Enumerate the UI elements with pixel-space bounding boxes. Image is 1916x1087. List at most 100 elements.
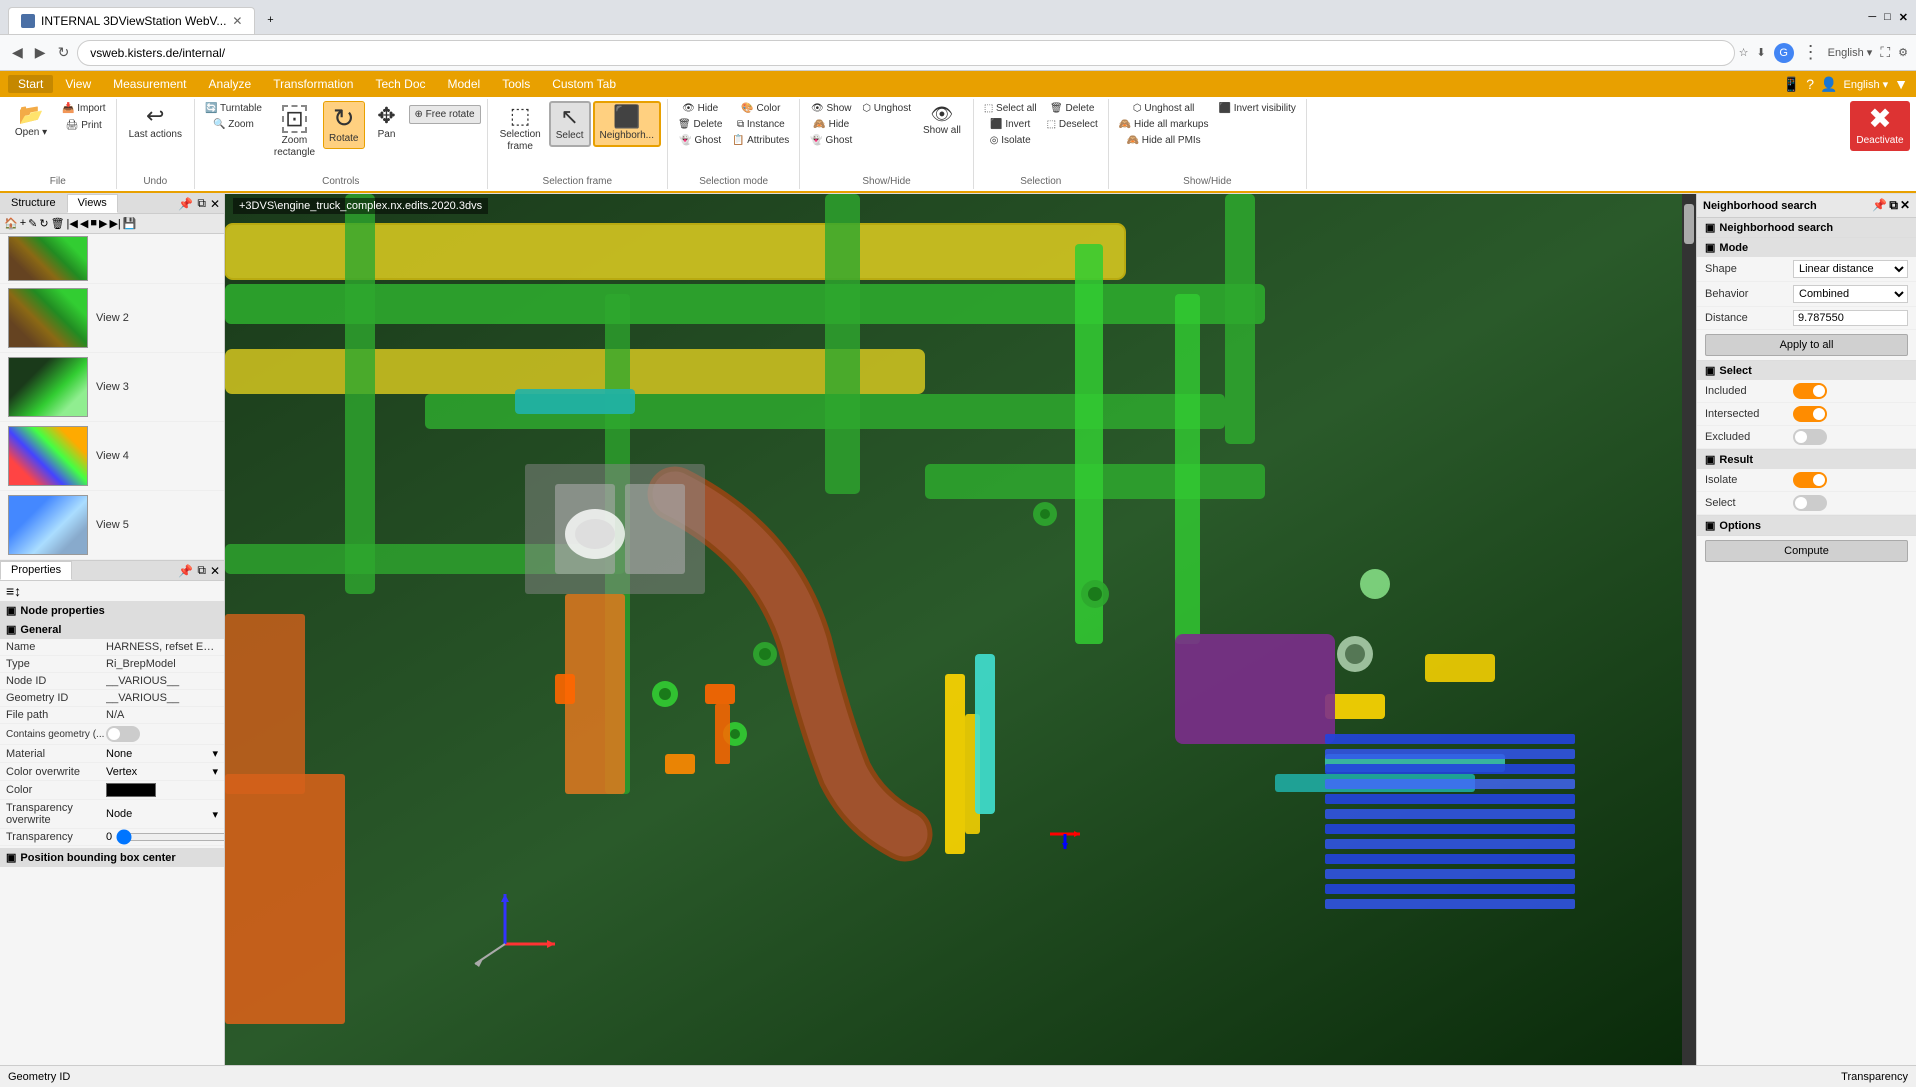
select-all-button[interactable]: ⬚ Select all: [980, 101, 1041, 116]
ghost-selmode-button[interactable]: 👻 Ghost: [674, 133, 726, 148]
ns-select-header[interactable]: ▣ Select: [1697, 361, 1916, 380]
menu-analyze[interactable]: Analyze: [199, 75, 262, 93]
show-button[interactable]: 👁 Show: [806, 101, 856, 116]
ns-close-icon[interactable]: ✕: [1900, 198, 1910, 213]
invert-button[interactable]: ⬛ Invert: [980, 117, 1041, 132]
view-item-2[interactable]: View 2: [0, 284, 224, 353]
neighborhood-button[interactable]: ⬛ Neighborh...: [593, 101, 661, 147]
props-close-icon[interactable]: ✕: [210, 564, 220, 578]
views-play-next-icon[interactable]: ▶: [99, 217, 107, 230]
apply-to-all-button[interactable]: Apply to all: [1705, 334, 1908, 356]
back-button[interactable]: ◀: [8, 40, 27, 65]
views-save-icon[interactable]: 💾: [123, 217, 137, 230]
node-properties-header[interactable]: ▣ Node properties: [0, 601, 224, 620]
delete-selmode-button[interactable]: 🗑 Delete: [674, 117, 726, 132]
menu-tools[interactable]: Tools: [492, 75, 540, 93]
account-icon[interactable]: G: [1774, 43, 1794, 63]
views-play-prev-icon[interactable]: ◀: [80, 217, 88, 230]
view-item-5[interactable]: View 5: [0, 491, 224, 560]
isolate-button[interactable]: ◎ Isolate: [980, 133, 1041, 148]
user-icon[interactable]: 👤: [1820, 76, 1837, 93]
scroll-thumb[interactable]: [1684, 204, 1694, 244]
zoom-button[interactable]: 🔍 Zoom: [201, 117, 266, 132]
tab-close-icon[interactable]: ✕: [232, 14, 242, 28]
views-tab[interactable]: Views: [67, 194, 118, 213]
hide-markups-button[interactable]: 🙈 Hide all markups: [1115, 117, 1213, 132]
view-item-4[interactable]: View 4: [0, 422, 224, 491]
deactivate-button[interactable]: ✖ Deactivate: [1850, 101, 1910, 151]
hide-pmis-button[interactable]: 🙈 Hide all PMIs: [1115, 133, 1213, 148]
views-delete-icon[interactable]: 🗑: [51, 217, 65, 230]
menu-view[interactable]: View: [55, 75, 101, 93]
unghost-all-button[interactable]: ⬡ Unghost all: [1115, 101, 1213, 116]
unghost-button[interactable]: ⬡ Unghost: [858, 101, 915, 116]
address-bar[interactable]: [77, 40, 1734, 66]
expand-icon[interactable]: ⛶: [1880, 44, 1890, 61]
ns-shape-select[interactable]: Linear distance Bounding box: [1793, 260, 1908, 278]
turntable-button[interactable]: 🔄 Turntable: [201, 101, 266, 116]
views-home-icon[interactable]: 🏠: [4, 217, 18, 230]
properties-tab[interactable]: Properties: [0, 561, 72, 580]
props-pin-icon[interactable]: 📌: [178, 564, 193, 578]
transoverwrite-dropdown[interactable]: Node ▾: [106, 808, 218, 821]
invert-visibility-button[interactable]: ⬛ Invert visibility: [1214, 101, 1299, 116]
color-selmode-button[interactable]: 🎨 Color: [728, 101, 793, 116]
ns-float-icon[interactable]: ⧉: [1889, 198, 1898, 213]
ns-distance-input[interactable]: [1793, 310, 1908, 326]
structure-tab[interactable]: Structure: [0, 194, 67, 213]
open-button[interactable]: 📂 Open ▾: [6, 101, 56, 143]
refresh-button[interactable]: ↻: [54, 40, 74, 65]
settings-icon[interactable]: ⚙: [1898, 46, 1908, 59]
compute-button[interactable]: Compute: [1705, 540, 1908, 562]
transparency-slider[interactable]: [116, 831, 224, 843]
browser-tab-active[interactable]: INTERNAL 3DViewStation WebV... ✕: [8, 7, 255, 34]
menu-model[interactable]: Model: [438, 75, 491, 93]
view-item-3[interactable]: View 3: [0, 353, 224, 422]
import-button[interactable]: 📥 Import: [58, 101, 110, 116]
ns-intersected-toggle[interactable]: [1793, 406, 1827, 422]
hide-selmode-button[interactable]: 👁 Hide: [674, 101, 726, 116]
zoom-rect-button[interactable]: ⊡ Zoomrectangle: [268, 101, 321, 163]
lang-app-icon[interactable]: English ▾: [1843, 78, 1888, 91]
minimize-icon[interactable]: ─: [1868, 11, 1876, 23]
last-actions-button[interactable]: ↩ Last actions: [123, 101, 188, 145]
bookmark-icon[interactable]: ☆: [1739, 46, 1749, 59]
selection-frame-button[interactable]: ⬚ Selectionframe: [494, 101, 547, 157]
ns-result-header[interactable]: ▣ Result: [1697, 450, 1916, 469]
menu-transformation[interactable]: Transformation: [263, 75, 363, 93]
close-icon[interactable]: ✕: [1899, 11, 1908, 24]
ns-main-header[interactable]: ▣ Neighborhood search: [1697, 218, 1916, 237]
views-play-end-icon[interactable]: ▶|: [109, 217, 120, 230]
menu-measurement[interactable]: Measurement: [103, 75, 196, 93]
ns-options-header[interactable]: ▣ Options: [1697, 516, 1916, 535]
hide-button[interactable]: 🙈 Hide: [806, 117, 856, 132]
ns-isolate-toggle[interactable]: [1793, 472, 1827, 488]
ns-mode-header[interactable]: ▣ Mode: [1697, 238, 1916, 257]
show-all-button[interactable]: 👁 Show all: [917, 101, 967, 141]
rotate-button[interactable]: ↻ Rotate: [323, 101, 364, 149]
ns-included-toggle[interactable]: [1793, 383, 1827, 399]
views-refresh-icon[interactable]: ↻: [39, 217, 48, 230]
new-tab-button[interactable]: +: [255, 6, 285, 34]
lang-selector[interactable]: English ▾: [1828, 46, 1873, 59]
ns-pin-icon[interactable]: 📌: [1872, 198, 1887, 213]
menu-start[interactable]: Start: [8, 75, 53, 93]
general-header[interactable]: ▣ General: [0, 620, 224, 639]
delete-button[interactable]: 🗑 Delete: [1043, 101, 1102, 116]
pan-button[interactable]: ✥ Pan: [367, 101, 407, 145]
attributes-selmode-button[interactable]: 📋 Attributes: [728, 133, 793, 148]
view-item-1[interactable]: [0, 234, 224, 284]
coloroverwrite-dropdown[interactable]: Vertex ▾: [106, 765, 218, 778]
deselect-button[interactable]: ⬚ Deselect: [1043, 117, 1102, 132]
pin-icon[interactable]: 📌: [178, 197, 193, 211]
viewport-scroll[interactable]: [1682, 194, 1696, 1065]
download-icon[interactable]: ⬇: [1756, 46, 1765, 59]
views-edit-icon[interactable]: ✎: [28, 217, 37, 230]
ns-select-result-toggle[interactable]: [1793, 495, 1827, 511]
viewport[interactable]: +3DVS\engine_truck_complex.nx.edits.2020…: [225, 194, 1696, 1065]
forward-button[interactable]: ▶: [31, 40, 50, 65]
views-add-icon[interactable]: +: [20, 217, 26, 230]
material-dropdown[interactable]: None ▾: [106, 747, 218, 760]
maximize-icon[interactable]: □: [1884, 11, 1891, 23]
props-sort-icon[interactable]: ≡↕: [6, 583, 21, 599]
